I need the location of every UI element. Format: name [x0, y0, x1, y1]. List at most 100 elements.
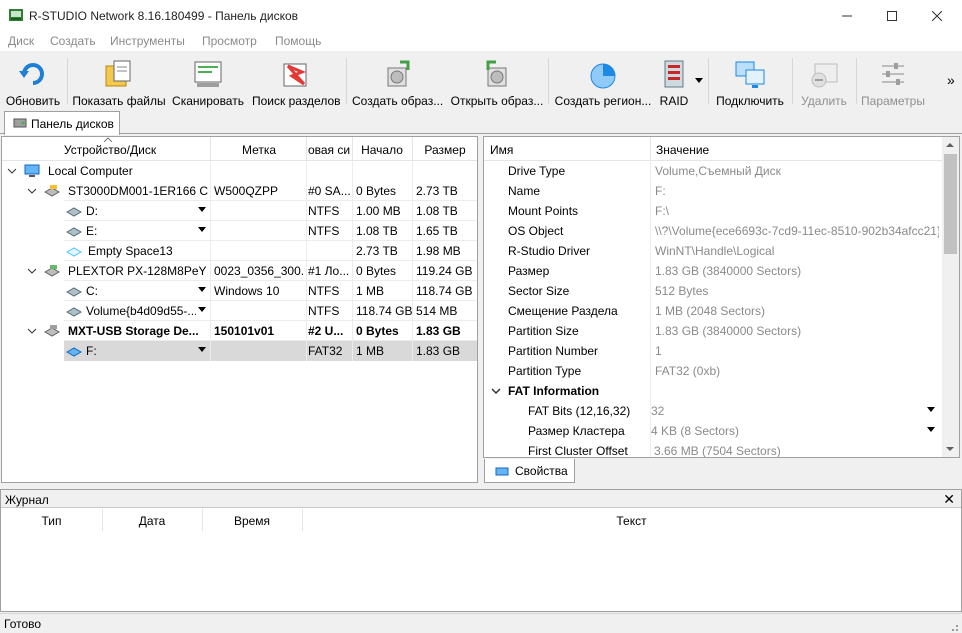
- property-row[interactable]: Partition Size 1.83 GB (3840000 Sectors): [484, 321, 942, 341]
- column-filesystem[interactable]: овая си: [306, 143, 352, 157]
- journal-close-button[interactable]: ✕: [943, 491, 955, 508]
- property-dropdown-icon[interactable]: [927, 407, 935, 412]
- close-button[interactable]: [914, 0, 960, 31]
- device-start: 1.08 TB: [356, 224, 398, 238]
- journal-column-time[interactable]: Время: [202, 514, 302, 528]
- scan-icon: [194, 61, 222, 87]
- property-row[interactable]: R-Studio Driver WinNT\Handle\Logical: [484, 241, 942, 261]
- device-size: 1.65 TB: [416, 224, 458, 238]
- tree-row-volume-guid[interactable]: Volume{b4d09d55-... NTFS 118.74 GB 514 M…: [2, 301, 477, 321]
- column-device[interactable]: Устройство/Диск: [10, 143, 210, 157]
- tree-row-disk-mxt-usb[interactable]: MXT-USB Storage De... 150101v01 #2 U... …: [2, 321, 477, 341]
- scan-button[interactable]: Сканировать: [172, 54, 244, 108]
- grid-line: [64, 280, 477, 281]
- row-dropdown-icon[interactable]: [198, 207, 206, 212]
- r-studio-app-icon: [9, 9, 23, 21]
- grid-line: [64, 320, 477, 321]
- resize-grip-icon[interactable]: [947, 620, 959, 632]
- open-image-label: Открыть образ...: [450, 94, 544, 108]
- property-value: WinNT\Handle\Logical: [655, 244, 775, 258]
- journal-column-type[interactable]: Тип: [1, 514, 102, 528]
- collapse-chevron-icon[interactable]: [490, 385, 502, 397]
- maximize-button[interactable]: [869, 0, 915, 31]
- property-name: Name: [508, 184, 541, 198]
- row-dropdown-icon[interactable]: [198, 227, 206, 232]
- find-partitions-button[interactable]: Поиск разделов: [252, 54, 341, 108]
- minimize-icon: [842, 15, 852, 16]
- device-name: E:: [86, 224, 98, 238]
- device-label: 0023_0356_300...: [214, 264, 304, 278]
- raid-dropdown-icon[interactable]: [695, 78, 703, 83]
- grid-line: [64, 300, 477, 301]
- tree-row-disk-plextor[interactable]: PLEXTOR PX-128M8PeY ... 0023_0356_300...…: [2, 261, 477, 281]
- column-size[interactable]: Размер: [412, 143, 477, 157]
- menu-tools[interactable]: Инструменты: [110, 34, 185, 48]
- tree-row-volume-c[interactable]: C: Windows 10 NTFS 1 MB 118.74 GB: [2, 281, 477, 301]
- menu-help[interactable]: Помощь: [275, 34, 321, 48]
- toolbar-separator: [708, 58, 709, 104]
- device-size: 1.08 TB: [416, 204, 458, 218]
- row-dropdown-icon[interactable]: [198, 347, 206, 352]
- show-files-button[interactable]: Показать файлы: [72, 54, 166, 108]
- scroll-down-icon[interactable]: [946, 447, 954, 451]
- property-row[interactable]: OS Object \\?\Volume{ece6693c-7cd9-11ec-8…: [484, 221, 942, 241]
- collapse-chevron-icon[interactable]: [6, 165, 18, 177]
- tree-row-local-computer[interactable]: Local Computer: [2, 161, 477, 181]
- tree-row-volume-f-selected[interactable]: F: FAT32 1 MB 1.83 GB: [64, 341, 477, 361]
- tree-row-disk-st3000[interactable]: ST3000DM001-1ER166 C... W500QZPP #0 SA..…: [2, 181, 477, 201]
- journal-column-date[interactable]: Дата: [102, 514, 202, 528]
- collapse-chevron-icon[interactable]: [26, 265, 38, 277]
- scrollbar-thumb[interactable]: [944, 154, 957, 254]
- toolbar-overflow-button[interactable]: »: [947, 72, 955, 88]
- tree-row-empty-space[interactable]: Empty Space13 2.73 TB 1.98 MB: [2, 241, 477, 261]
- property-row[interactable]: First Cluster Offset 3.66 MB (7504 Sector…: [484, 441, 942, 457]
- device-size: 1.83 GB: [416, 344, 461, 358]
- create-image-button[interactable]: Создать образ...: [352, 54, 443, 108]
- properties-icon: [495, 467, 509, 476]
- tab-disks-panel[interactable]: Панель дисков: [4, 111, 120, 135]
- menu-disk[interactable]: Диск: [8, 34, 34, 48]
- property-row[interactable]: FAT Bits (12,16,32) 32: [484, 401, 942, 421]
- device-fs: #1 Ло...: [308, 264, 350, 278]
- row-dropdown-icon[interactable]: [198, 287, 206, 292]
- tab-properties[interactable]: Свойства: [484, 459, 575, 483]
- property-row[interactable]: Drive Type Volume,Съемный Диск: [484, 161, 942, 181]
- tree-row-volume-d[interactable]: D: NTFS 1.00 MB 1.08 TB: [2, 201, 477, 221]
- property-row[interactable]: Размер Кластера 4 KB (8 Sectors): [484, 421, 942, 441]
- journal-column-text[interactable]: Текст: [302, 514, 961, 528]
- column-start[interactable]: Начало: [352, 143, 412, 157]
- property-row[interactable]: Размер 1.83 GB (3840000 Sectors): [484, 261, 942, 281]
- column-value[interactable]: Значение: [656, 143, 709, 157]
- create-region-button[interactable]: Создать регион...: [554, 54, 652, 108]
- device-name: C:: [86, 284, 98, 298]
- minimize-button[interactable]: [824, 0, 870, 31]
- refresh-button[interactable]: Обновить: [2, 54, 64, 108]
- property-row[interactable]: Name F:: [484, 181, 942, 201]
- column-name[interactable]: Имя: [490, 143, 513, 157]
- connect-button[interactable]: Подключить: [714, 54, 786, 108]
- open-image-button[interactable]: Открыть образ...: [450, 54, 544, 108]
- tree-row-volume-e[interactable]: E: NTFS 1.08 TB 1.65 TB: [2, 221, 477, 241]
- menu-view[interactable]: Просмотр: [202, 34, 257, 48]
- property-dropdown-icon[interactable]: [927, 427, 935, 432]
- remove-button[interactable]: Удалить: [798, 54, 850, 108]
- property-value: 32: [651, 404, 665, 418]
- raid-button[interactable]: RAID: [656, 54, 692, 108]
- device-start: 118.74 GB: [356, 304, 413, 318]
- device-size: 1.83 GB: [416, 324, 461, 338]
- property-row[interactable]: Mount Points F:\: [484, 201, 942, 221]
- property-group-fat-information[interactable]: FAT Information: [484, 381, 942, 401]
- properties-scrollbar[interactable]: [942, 137, 959, 457]
- column-label[interactable]: Метка: [212, 143, 306, 157]
- scroll-up-icon[interactable]: [946, 143, 954, 147]
- toolbar-separator: [67, 58, 68, 104]
- row-dropdown-icon[interactable]: [198, 307, 206, 312]
- menu-create[interactable]: Создать: [50, 34, 96, 48]
- params-button[interactable]: Параметры: [860, 54, 926, 108]
- property-row[interactable]: Partition Type FAT32 (0xb): [484, 361, 942, 381]
- collapse-chevron-icon[interactable]: [26, 325, 38, 337]
- collapse-chevron-icon[interactable]: [26, 185, 38, 197]
- property-row[interactable]: Partition Number 1: [484, 341, 942, 361]
- property-row[interactable]: Sector Size 512 Bytes: [484, 281, 942, 301]
- property-row[interactable]: Смещение Раздела 1 MB (2048 Sectors): [484, 301, 942, 321]
